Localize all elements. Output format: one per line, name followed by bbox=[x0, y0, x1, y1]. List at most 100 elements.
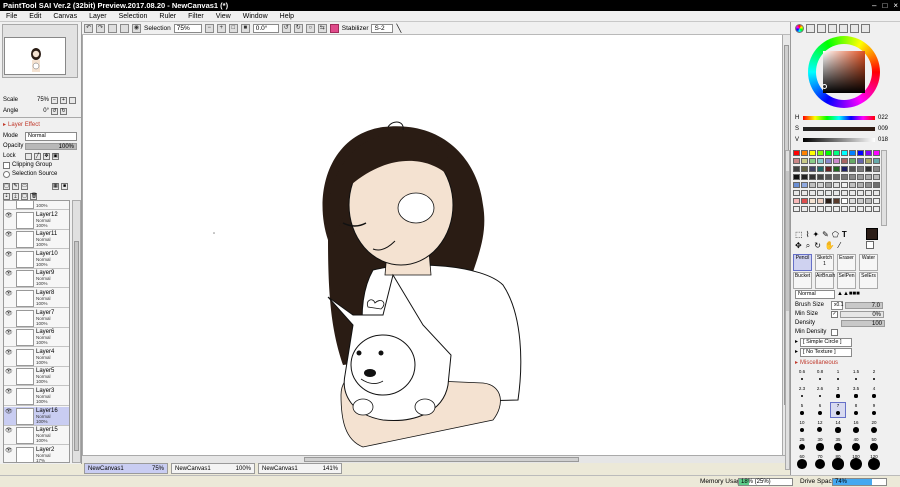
layer-row[interactable]: 👁 Layer10 Normal 100% bbox=[4, 249, 69, 269]
rotate-icon[interactable]: ↻ bbox=[814, 241, 821, 251]
pen-select-icon[interactable]: ✎ bbox=[822, 230, 829, 239]
stabilizer-select[interactable]: S-2 bbox=[371, 23, 394, 33]
scale-up-icon[interactable]: + bbox=[60, 96, 67, 104]
v-slider[interactable] bbox=[803, 138, 875, 142]
layer-row[interactable]: 👁100% bbox=[4, 201, 69, 210]
brush-size-preset[interactable] bbox=[871, 410, 877, 416]
color-swatch[interactable] bbox=[825, 190, 832, 196]
color-swatch[interactable] bbox=[825, 174, 832, 180]
color-swatch[interactable] bbox=[825, 150, 832, 156]
new-mask-icon[interactable]: ▦ bbox=[52, 182, 59, 190]
brush-size-preset[interactable] bbox=[835, 427, 841, 433]
color-swatch[interactable] bbox=[833, 150, 840, 156]
brush-tool-pencil[interactable]: Pencil bbox=[793, 254, 812, 271]
color-swatch[interactable] bbox=[825, 182, 832, 188]
visibility-eye-icon[interactable]: 👁 bbox=[5, 311, 13, 317]
primary-color[interactable] bbox=[866, 228, 878, 240]
navigator-preview[interactable] bbox=[4, 37, 66, 75]
text-tool[interactable]: T bbox=[842, 230, 847, 239]
color-swatch[interactable] bbox=[857, 182, 864, 188]
h-slider[interactable] bbox=[803, 116, 875, 120]
color-swatch[interactable] bbox=[817, 206, 824, 212]
angle-ccw-icon[interactable]: ↺ bbox=[51, 107, 58, 115]
color-swatch[interactable] bbox=[865, 206, 872, 212]
brush-size-preset[interactable] bbox=[817, 427, 823, 433]
color-swatch[interactable] bbox=[793, 174, 800, 180]
menu-edit[interactable]: Edit bbox=[23, 13, 47, 20]
rect-select-icon[interactable]: ⬚ bbox=[795, 230, 803, 239]
color-swatch[interactable] bbox=[817, 174, 824, 180]
undo-icon[interactable]: ↶ bbox=[84, 23, 93, 33]
layer-row[interactable]: 👁 Layer4 Normal 100% bbox=[4, 347, 69, 367]
color-swatch[interactable] bbox=[865, 182, 872, 188]
brush-size-preset[interactable] bbox=[836, 394, 840, 398]
color-swatch[interactable] bbox=[873, 198, 880, 204]
color-swatch[interactable] bbox=[865, 190, 872, 196]
color-swatch[interactable] bbox=[833, 166, 840, 172]
brush-size-preset[interactable] bbox=[851, 442, 861, 452]
color-swatch[interactable] bbox=[825, 206, 832, 212]
color-swatch[interactable] bbox=[873, 182, 880, 188]
color-swatch[interactable] bbox=[857, 150, 864, 156]
color-swatch[interactable] bbox=[857, 190, 864, 196]
color-swatch[interactable] bbox=[849, 206, 856, 212]
color-swatch[interactable] bbox=[809, 198, 816, 204]
clear-layer-icon[interactable]: ▢ bbox=[21, 192, 28, 200]
brush-size-multiplier[interactable]: x0.1 bbox=[831, 300, 843, 310]
color-swatch[interactable] bbox=[809, 206, 816, 212]
brush-size-preset[interactable] bbox=[799, 427, 805, 433]
brush-size-preset[interactable] bbox=[868, 458, 880, 470]
color-swatch[interactable] bbox=[873, 174, 880, 180]
visibility-eye-icon[interactable]: 👁 bbox=[5, 350, 13, 356]
swatch-scrollbar[interactable] bbox=[881, 150, 887, 226]
brush-size-preset[interactable] bbox=[800, 394, 804, 398]
color-swatch[interactable] bbox=[809, 182, 816, 188]
canvas-hscroll-thumb[interactable] bbox=[304, 457, 579, 462]
layer-scroll-thumb[interactable] bbox=[74, 241, 79, 451]
color-swatch[interactable] bbox=[825, 158, 832, 164]
menu-help[interactable]: Help bbox=[274, 13, 300, 20]
color-swatch[interactable] bbox=[849, 150, 856, 156]
brush-size-preset[interactable] bbox=[850, 458, 862, 470]
new-folder-icon[interactable]: ▭ bbox=[21, 182, 28, 190]
color-swatch[interactable] bbox=[801, 158, 808, 164]
color-mixer-icon[interactable] bbox=[828, 24, 837, 33]
brush-size-preset[interactable] bbox=[818, 377, 822, 381]
magic-wand-icon[interactable]: ✦ bbox=[812, 230, 819, 239]
scale-fit-icon[interactable] bbox=[69, 96, 76, 104]
canvas-tab[interactable]: NewCanvas1 141% bbox=[258, 463, 342, 474]
right-panel-scrollbar[interactable] bbox=[785, 150, 790, 470]
brush-tool-water[interactable]: Water bbox=[859, 254, 878, 271]
color-swatch[interactable] bbox=[857, 206, 864, 212]
brush-size-preset[interactable] bbox=[869, 442, 879, 452]
layer-row[interactable]: 👁 Layer11 Normal 100% bbox=[4, 230, 69, 250]
clipping-checkbox[interactable] bbox=[3, 161, 10, 169]
menu-window[interactable]: Window bbox=[237, 13, 274, 20]
visibility-eye-icon[interactable]: 👁 bbox=[5, 213, 13, 219]
color-swatch[interactable] bbox=[801, 190, 808, 196]
brush-size-preset[interactable] bbox=[798, 443, 806, 451]
rotate-reset-icon[interactable]: ○ bbox=[305, 23, 315, 33]
flip-icon[interactable]: ⇆ bbox=[317, 23, 327, 33]
selection-source-checkbox[interactable] bbox=[3, 170, 10, 178]
secondary-color[interactable] bbox=[866, 241, 874, 249]
min-size-slider[interactable]: 0% bbox=[840, 310, 884, 318]
s-slider[interactable] bbox=[803, 127, 875, 131]
layer-row[interactable]: 👁 Layer15 Normal 100% bbox=[4, 426, 69, 446]
brush-tool-selers[interactable]: SelErs bbox=[859, 272, 878, 289]
invert-selection-icon[interactable] bbox=[120, 23, 129, 33]
lock-paint-icon[interactable]: ╱ bbox=[34, 152, 41, 160]
new-linework-layer-icon[interactable]: ✎ bbox=[12, 182, 19, 190]
visibility-eye-icon[interactable]: 👁 bbox=[5, 448, 13, 454]
lock-all-icon[interactable]: ▣ bbox=[52, 152, 59, 160]
brush-size-preset[interactable] bbox=[814, 458, 826, 470]
color-swatch[interactable] bbox=[809, 190, 816, 196]
color-swatch[interactable] bbox=[801, 150, 808, 156]
brush-blend-mode-select[interactable]: Normal bbox=[795, 289, 835, 299]
zoom-fit-icon[interactable]: ■ bbox=[240, 23, 250, 33]
zoom-in-icon[interactable]: + bbox=[216, 23, 226, 33]
minimize-button[interactable]: – bbox=[872, 1, 876, 10]
color-extra-icon[interactable] bbox=[861, 24, 870, 33]
rotate-ccw-icon[interactable]: ↺ bbox=[281, 23, 291, 33]
color-swatch[interactable] bbox=[833, 198, 840, 204]
